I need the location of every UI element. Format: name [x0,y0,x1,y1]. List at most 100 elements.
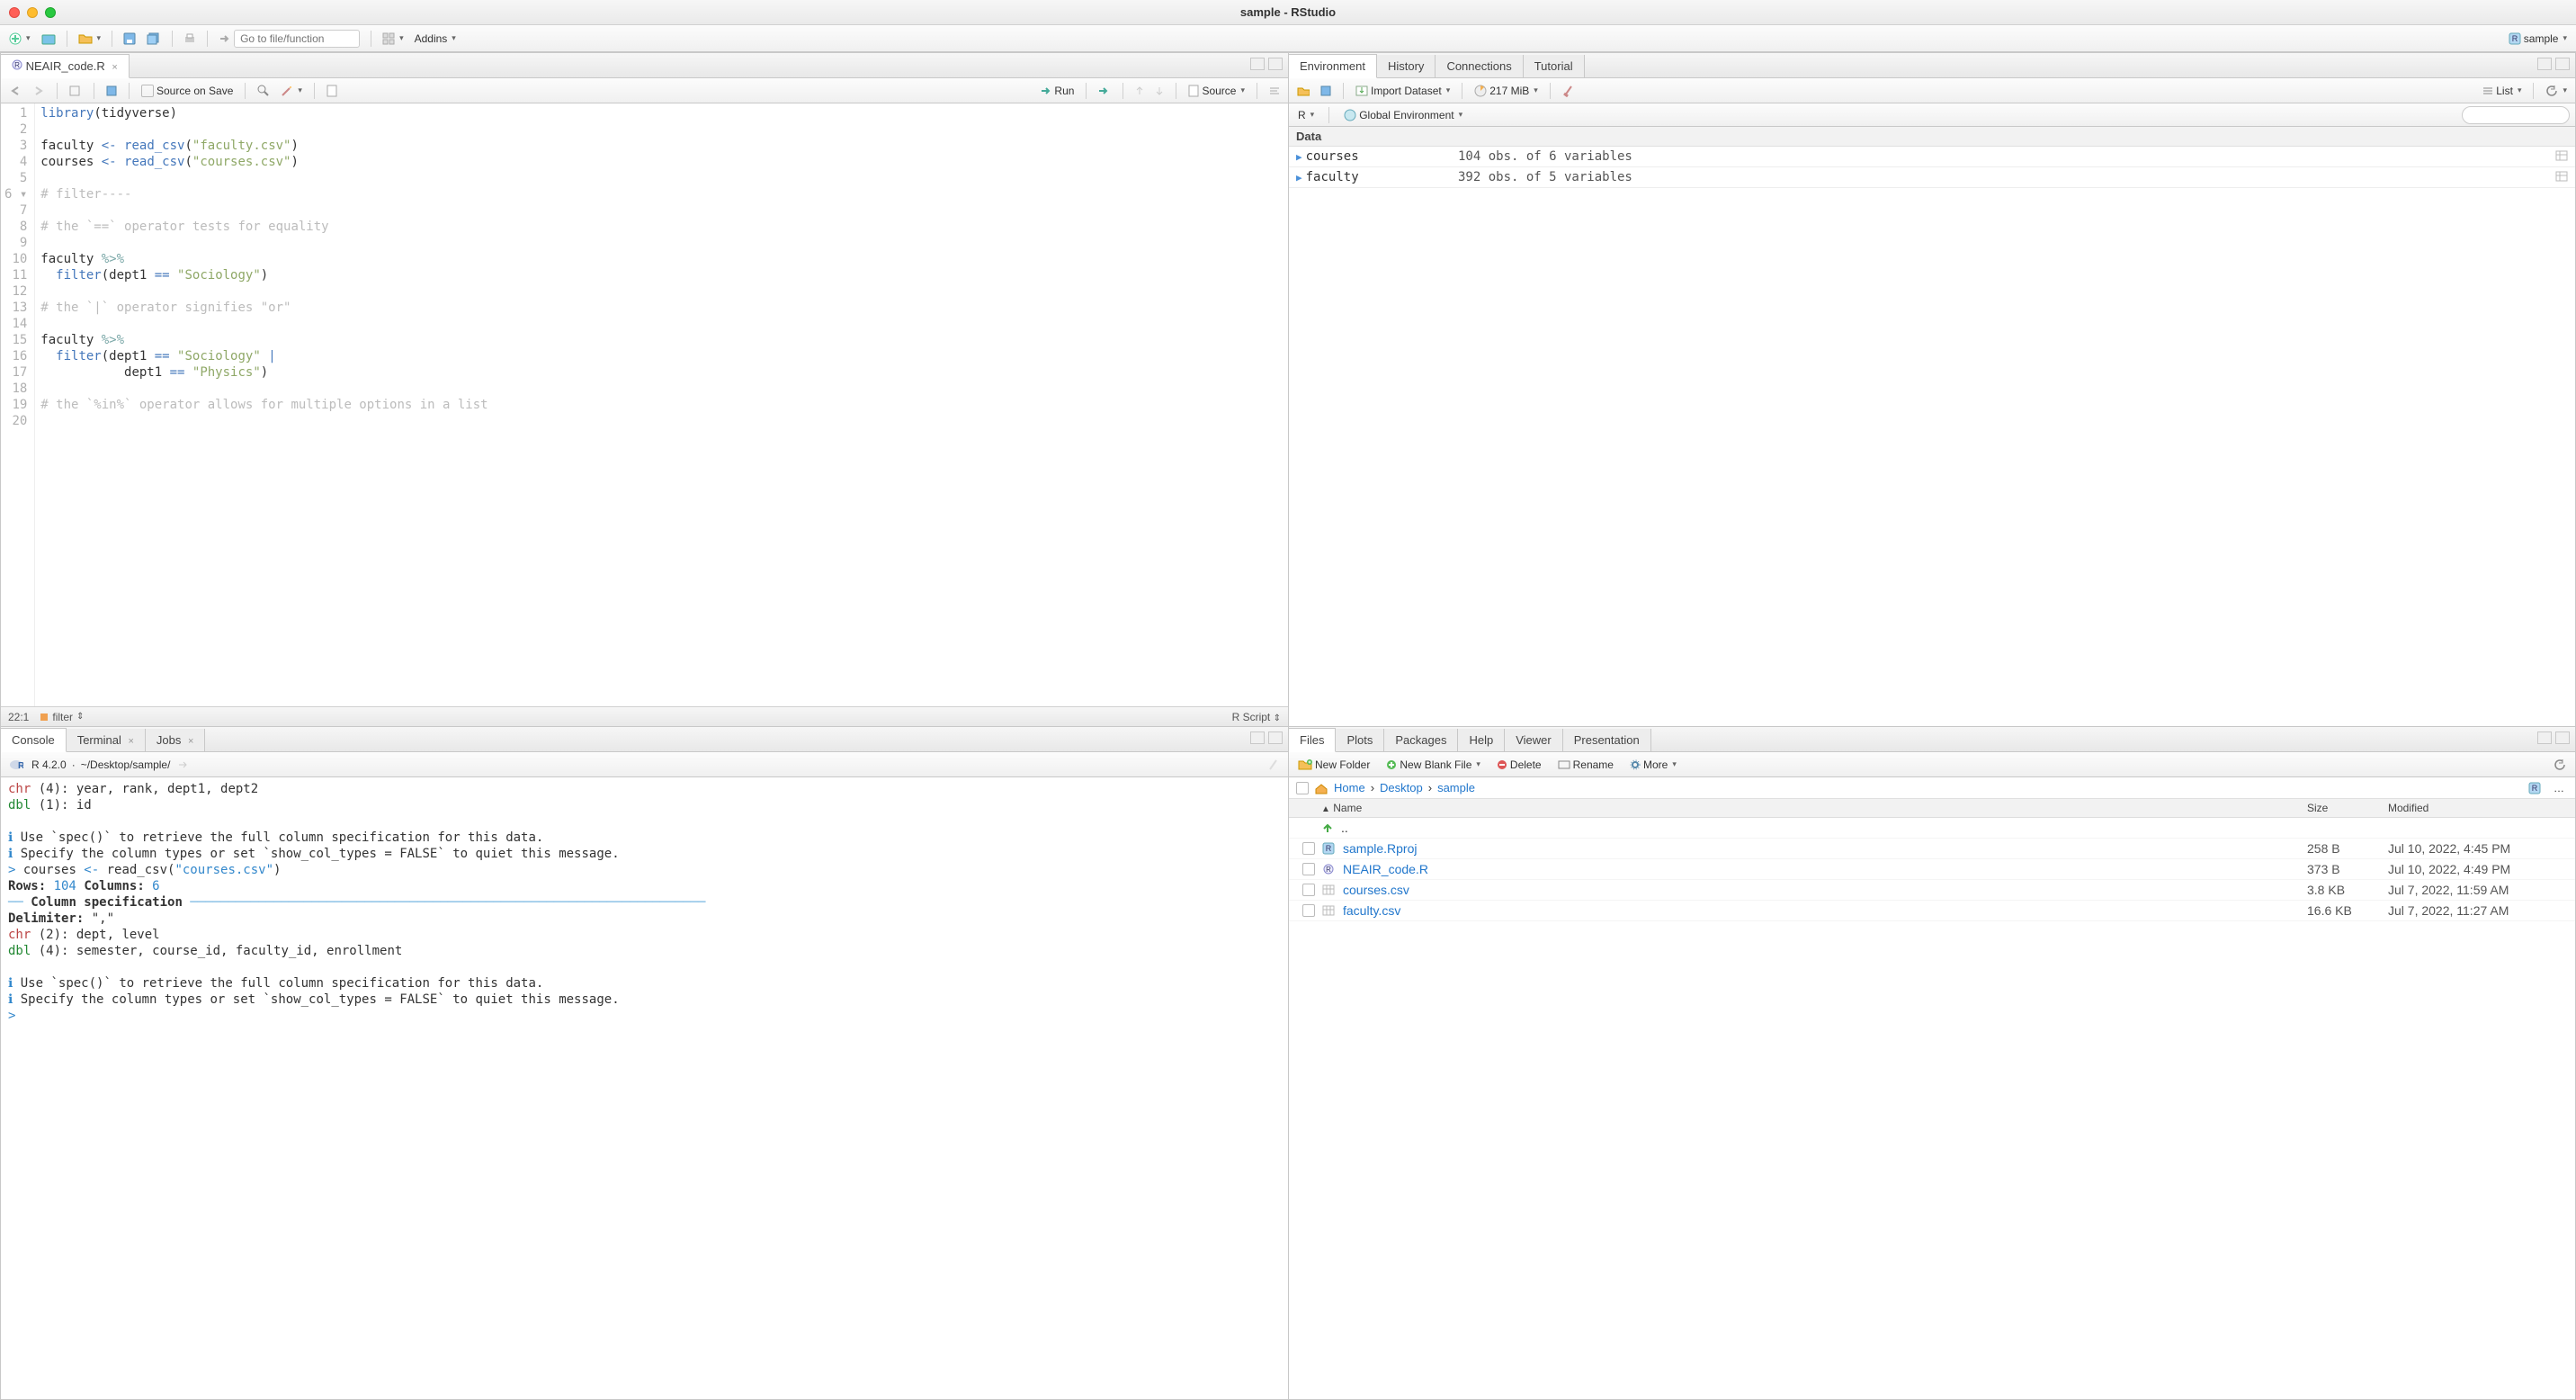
new-file-button[interactable]: ▾ [5,31,34,47]
source-dropdown-button[interactable]: Source▾ [1185,84,1248,98]
file-row[interactable]: Rsample.Rproj 258 B Jul 10, 2022, 4:45 P… [1289,839,2575,859]
maximize-pane-icon[interactable] [1268,58,1283,70]
file-checkbox[interactable] [1302,842,1315,855]
more-path-button[interactable]: … [2550,780,2568,796]
nav-forward-button[interactable] [30,85,48,97]
workspace-panes-button[interactable]: ▾ [379,31,407,47]
close-icon[interactable]: × [188,736,193,747]
tab-history[interactable]: History [1377,55,1436,77]
env-scope-dropdown[interactable]: Global Environment▾ [1340,107,1466,123]
tab-viewer[interactable]: Viewer [1505,729,1563,751]
working-dir[interactable]: ~/Desktop/sample/ [81,758,171,771]
tab-console[interactable]: Console [1,728,67,752]
breadcrumb-link[interactable]: Desktop [1380,781,1423,794]
addins-button[interactable]: Addins▾ [411,31,460,47]
file-row[interactable]: RNEAIR_code.R 373 B Jul 10, 2022, 4:49 P… [1289,859,2575,880]
new-folder-button[interactable]: New Folder [1294,757,1373,773]
minimize-pane-icon[interactable] [1250,58,1265,70]
new-blank-file-button[interactable]: New Blank File▾ [1382,757,1484,773]
file-link[interactable]: faculty.csv [1343,903,1400,918]
maximize-pane-icon[interactable] [1268,731,1283,744]
code-editor[interactable]: 1 2 3 4 5 6 ▾ 7 8 9 10 11 12 13 14 15 16… [1,103,1288,706]
zoom-window-button[interactable] [45,7,56,18]
env-row[interactable]: ▶ courses 104 obs. of 6 variables [1289,147,2575,167]
env-search[interactable] [2462,106,2570,124]
env-search-input[interactable] [2462,106,2570,124]
save-button[interactable] [120,31,139,47]
expand-icon[interactable]: ▶ [1296,151,1302,163]
tab-terminal[interactable]: Terminal × [67,729,146,751]
file-link[interactable]: NEAIR_code.R [1343,862,1428,876]
go-to-file-button[interactable] [215,28,363,49]
import-dataset-button[interactable]: Import Dataset▾ [1353,84,1453,98]
minimize-pane-icon[interactable] [2537,731,2552,744]
minimize-window-button[interactable] [27,7,38,18]
go-to-project-dir-button[interactable]: R [2525,780,2545,796]
section-nav[interactable]: filter ⇕ [40,711,84,723]
save-workspace-button[interactable] [1318,85,1334,97]
breadcrumb-link[interactable]: Home [1334,781,1365,794]
expand-icon[interactable]: ▶ [1296,172,1302,184]
file-checkbox[interactable] [1302,863,1315,875]
file-row[interactable]: courses.csv 3.8 KB Jul 7, 2022, 11:59 AM [1289,880,2575,901]
tab-connections[interactable]: Connections [1436,55,1523,77]
rename-button[interactable]: Rename [1554,757,1617,773]
tab-packages[interactable]: Packages [1384,729,1458,751]
source-tab[interactable]: R NEAIR_code.R × [1,54,130,78]
show-in-window-button[interactable] [67,85,85,97]
clear-console-button[interactable] [1265,758,1283,772]
go-up-button[interactable] [1132,85,1147,97]
env-row[interactable]: ▶ faculty 392 obs. of 5 variables [1289,167,2575,188]
project-dropdown[interactable]: R sample▾ [2505,31,2571,47]
compile-report-button[interactable] [324,84,340,98]
outline-button[interactable] [1266,85,1283,97]
view-mode-dropdown[interactable]: List▾ [2480,84,2524,98]
close-tab-icon[interactable]: × [112,62,117,73]
code-tools-button[interactable]: ▾ [278,84,305,98]
file-checkbox[interactable] [1302,904,1315,917]
tab-tutorial[interactable]: Tutorial [1524,55,1585,77]
breadcrumb-link[interactable]: sample [1437,781,1475,794]
open-file-button[interactable]: ▾ [75,31,105,47]
nav-back-button[interactable] [6,85,24,97]
run-button[interactable]: Run [1038,84,1077,98]
tab-help[interactable]: Help [1458,729,1505,751]
file-link[interactable]: courses.csv [1343,883,1409,897]
go-to-file-input[interactable] [234,30,360,48]
print-button[interactable] [180,31,200,47]
view-data-icon[interactable] [2555,150,2568,164]
delete-file-button[interactable]: Delete [1493,757,1545,773]
sort-by-size[interactable]: Size [2307,802,2388,814]
clear-workspace-button[interactable] [1560,84,1578,98]
minimize-pane-icon[interactable] [2537,58,2552,70]
sort-by-name[interactable]: ▲ Name [1321,802,2307,814]
rerun-button[interactable] [1096,85,1114,97]
maximize-pane-icon[interactable] [2555,58,2570,70]
close-icon[interactable]: × [128,736,133,747]
sort-by-modified[interactable]: Modified [2388,802,2568,814]
go-down-button[interactable] [1152,85,1167,97]
tab-files[interactable]: Files [1289,728,1336,752]
source-on-save-toggle[interactable]: Source on Save [139,84,236,98]
find-button[interactable] [255,84,273,98]
refresh-env-button[interactable]: ▾ [2543,84,2570,98]
minimize-pane-icon[interactable] [1250,731,1265,744]
file-type[interactable]: R Script ⇕ [1232,711,1281,723]
go-to-wd-button[interactable] [175,759,192,770]
refresh-files-button[interactable] [2550,757,2570,773]
home-icon[interactable] [1314,782,1328,794]
view-data-icon[interactable] [2555,171,2568,184]
save-source-button[interactable] [103,85,120,97]
close-window-button[interactable] [9,7,20,18]
file-checkbox[interactable] [1302,884,1315,896]
save-all-button[interactable] [143,31,165,47]
file-row-up[interactable]: .. [1289,818,2575,839]
tab-plots[interactable]: Plots [1336,729,1384,751]
console-output[interactable]: chr (4): year, rank, dept1, dept2 dbl (1… [1,777,1288,1399]
maximize-pane-icon[interactable] [2555,731,2570,744]
file-link[interactable]: sample.Rproj [1343,841,1417,856]
file-row[interactable]: faculty.csv 16.6 KB Jul 7, 2022, 11:27 A… [1289,901,2575,921]
tab-environment[interactable]: Environment [1289,54,1377,78]
tab-presentation[interactable]: Presentation [1563,729,1651,751]
language-dropdown[interactable]: R▾ [1294,107,1318,123]
